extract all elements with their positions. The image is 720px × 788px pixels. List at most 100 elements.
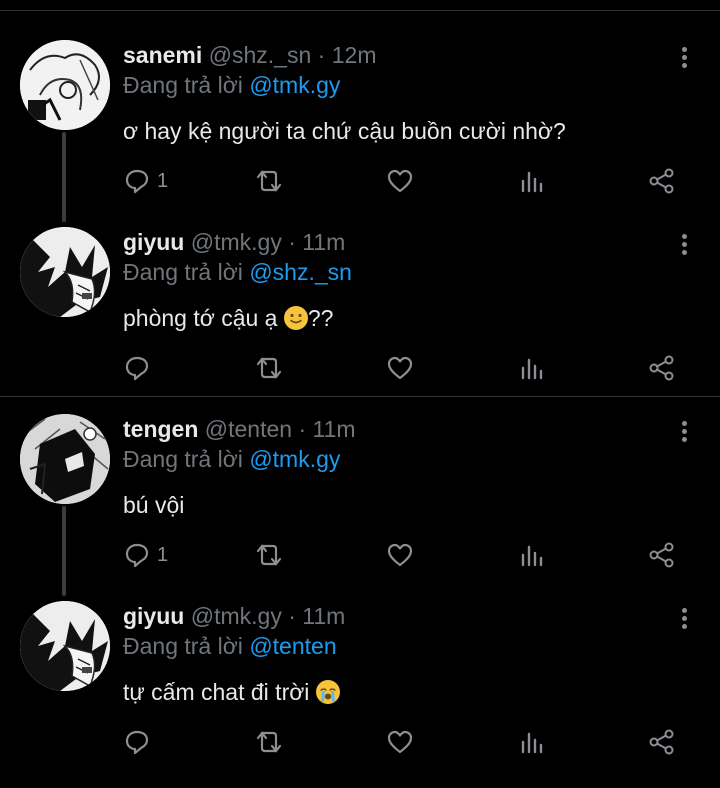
avatar-manga-icon [20, 601, 110, 691]
reply-icon [125, 169, 149, 194]
analytics-icon [521, 732, 543, 754]
tweet-2[interactable]: giyuu @tmk.gy · 11m Đang trả lời @shz._s… [0, 227, 720, 414]
like-button[interactable] [386, 166, 414, 196]
reply-button[interactable] [123, 727, 157, 757]
replying-to: Đang trả lời @tenten [123, 631, 720, 661]
share-icon [649, 355, 674, 381]
reply-prefix: Đang trả lời [123, 72, 243, 98]
reply-icon [125, 356, 149, 381]
avatar[interactable] [20, 601, 110, 691]
retweet-icon [256, 357, 282, 379]
more-options-icon[interactable] [678, 231, 690, 261]
reply-mention[interactable]: @tmk.gy [249, 72, 340, 98]
reply-button[interactable] [123, 353, 157, 383]
share-button[interactable] [648, 166, 676, 196]
tweet-4[interactable]: giyuu @tmk.gy · 11m Đang trả lời @tenten… [0, 601, 720, 788]
retweet-button[interactable] [255, 727, 283, 757]
heart-icon [387, 356, 413, 380]
avatar[interactable] [20, 227, 110, 317]
retweet-button[interactable] [255, 166, 283, 196]
tweet-text-content: ơ hay kệ người ta chứ cậu buồn cười nhờ? [123, 118, 566, 144]
analytics-icon [521, 545, 543, 567]
retweet-icon [256, 731, 282, 753]
heart-icon [387, 730, 413, 754]
retweet-button[interactable] [255, 353, 283, 383]
heart-icon [387, 543, 413, 567]
reply-count: 1 [157, 543, 169, 566]
like-button[interactable] [386, 540, 414, 570]
tweet-text-content: phòng tớ cậu ạ [123, 305, 278, 331]
reply-mention[interactable]: @tmk.gy [249, 446, 340, 472]
share-button[interactable] [648, 727, 676, 757]
more-options-icon[interactable] [678, 605, 690, 635]
like-button[interactable] [386, 353, 414, 383]
retweet-icon [256, 544, 282, 566]
replying-to: Đang trả lời @shz._sn [123, 257, 720, 287]
tweet-text-content: bú vội [123, 492, 185, 518]
reply-mention[interactable]: @shz._sn [249, 259, 352, 285]
conversation-divider [0, 396, 720, 397]
avatar[interactable] [20, 414, 110, 504]
action-bar [123, 727, 683, 757]
analytics-button[interactable] [518, 166, 546, 196]
analytics-icon [521, 358, 543, 380]
tweet-text: bú vội [123, 490, 720, 520]
action-bar: 1 [123, 166, 683, 196]
replying-to: Đang trả lời @tmk.gy [123, 70, 720, 100]
timestamp: 12m [331, 42, 377, 68]
reply-icon [125, 543, 149, 568]
author-name[interactable]: giyuu [123, 229, 184, 255]
reply-button[interactable]: 1 [123, 540, 168, 570]
timestamp: 11m [302, 229, 346, 255]
timestamp: 11m [312, 416, 356, 442]
analytics-button[interactable] [518, 540, 546, 570]
separator-dot: · [298, 416, 307, 442]
tweet-text-content: tự cấm chat đi trời [123, 679, 310, 705]
tweet-3[interactable]: tengen @tenten · 11m Đang trả lời @tmk.g… [0, 414, 720, 601]
reply-prefix: Đang trả lời [123, 633, 243, 659]
author-handle: @tmk.gy [190, 603, 282, 629]
author-name[interactable]: giyuu [123, 603, 184, 629]
author-name[interactable]: tengen [123, 416, 198, 442]
action-bar: 1 [123, 540, 683, 570]
more-options-icon[interactable] [678, 44, 690, 74]
separator-dot: · [288, 603, 296, 629]
avatar[interactable] [20, 40, 110, 130]
tweet-1[interactable]: sanemi @shz._sn · 12m Đang trả lời @tmk.… [0, 40, 720, 227]
share-button[interactable] [648, 353, 676, 383]
more-options-icon[interactable] [678, 418, 690, 448]
retweet-icon [256, 170, 282, 192]
replying-to: Đang trả lời @tmk.gy [123, 444, 720, 474]
avatar-dark-icon [20, 414, 110, 504]
share-icon [649, 542, 674, 568]
timestamp: 11m [302, 603, 346, 629]
like-button[interactable] [386, 727, 414, 757]
action-bar [123, 353, 683, 383]
author-handle: @tmk.gy [190, 229, 282, 255]
author-handle: @tenten [204, 416, 293, 442]
heart-icon [387, 169, 413, 193]
separator-dot: · [317, 42, 326, 68]
avatar-sketch-icon [20, 40, 110, 130]
analytics-button[interactable] [518, 353, 546, 383]
thread-line [62, 506, 66, 596]
slightly-smiling-face-icon [283, 306, 308, 330]
reply-prefix: Đang trả lời [123, 446, 243, 472]
tweet-text-suffix: ?? [307, 305, 334, 331]
share-icon [649, 729, 674, 755]
reply-mention[interactable]: @tenten [249, 633, 336, 659]
reply-icon [125, 730, 149, 755]
retweet-button[interactable] [255, 540, 283, 570]
separator-dot: · [288, 229, 296, 255]
author-name[interactable]: sanemi [123, 42, 202, 68]
reply-prefix: Đang trả lời [123, 259, 243, 285]
reply-button[interactable]: 1 [123, 166, 168, 196]
author-handle: @shz._sn [208, 42, 312, 68]
tweet-text: tự cấm chat đi trời [123, 677, 720, 707]
share-icon [649, 168, 674, 194]
analytics-icon [521, 171, 543, 193]
share-button[interactable] [648, 540, 676, 570]
analytics-button[interactable] [518, 727, 546, 757]
top-divider [0, 10, 720, 11]
avatar-manga-icon [20, 227, 110, 317]
